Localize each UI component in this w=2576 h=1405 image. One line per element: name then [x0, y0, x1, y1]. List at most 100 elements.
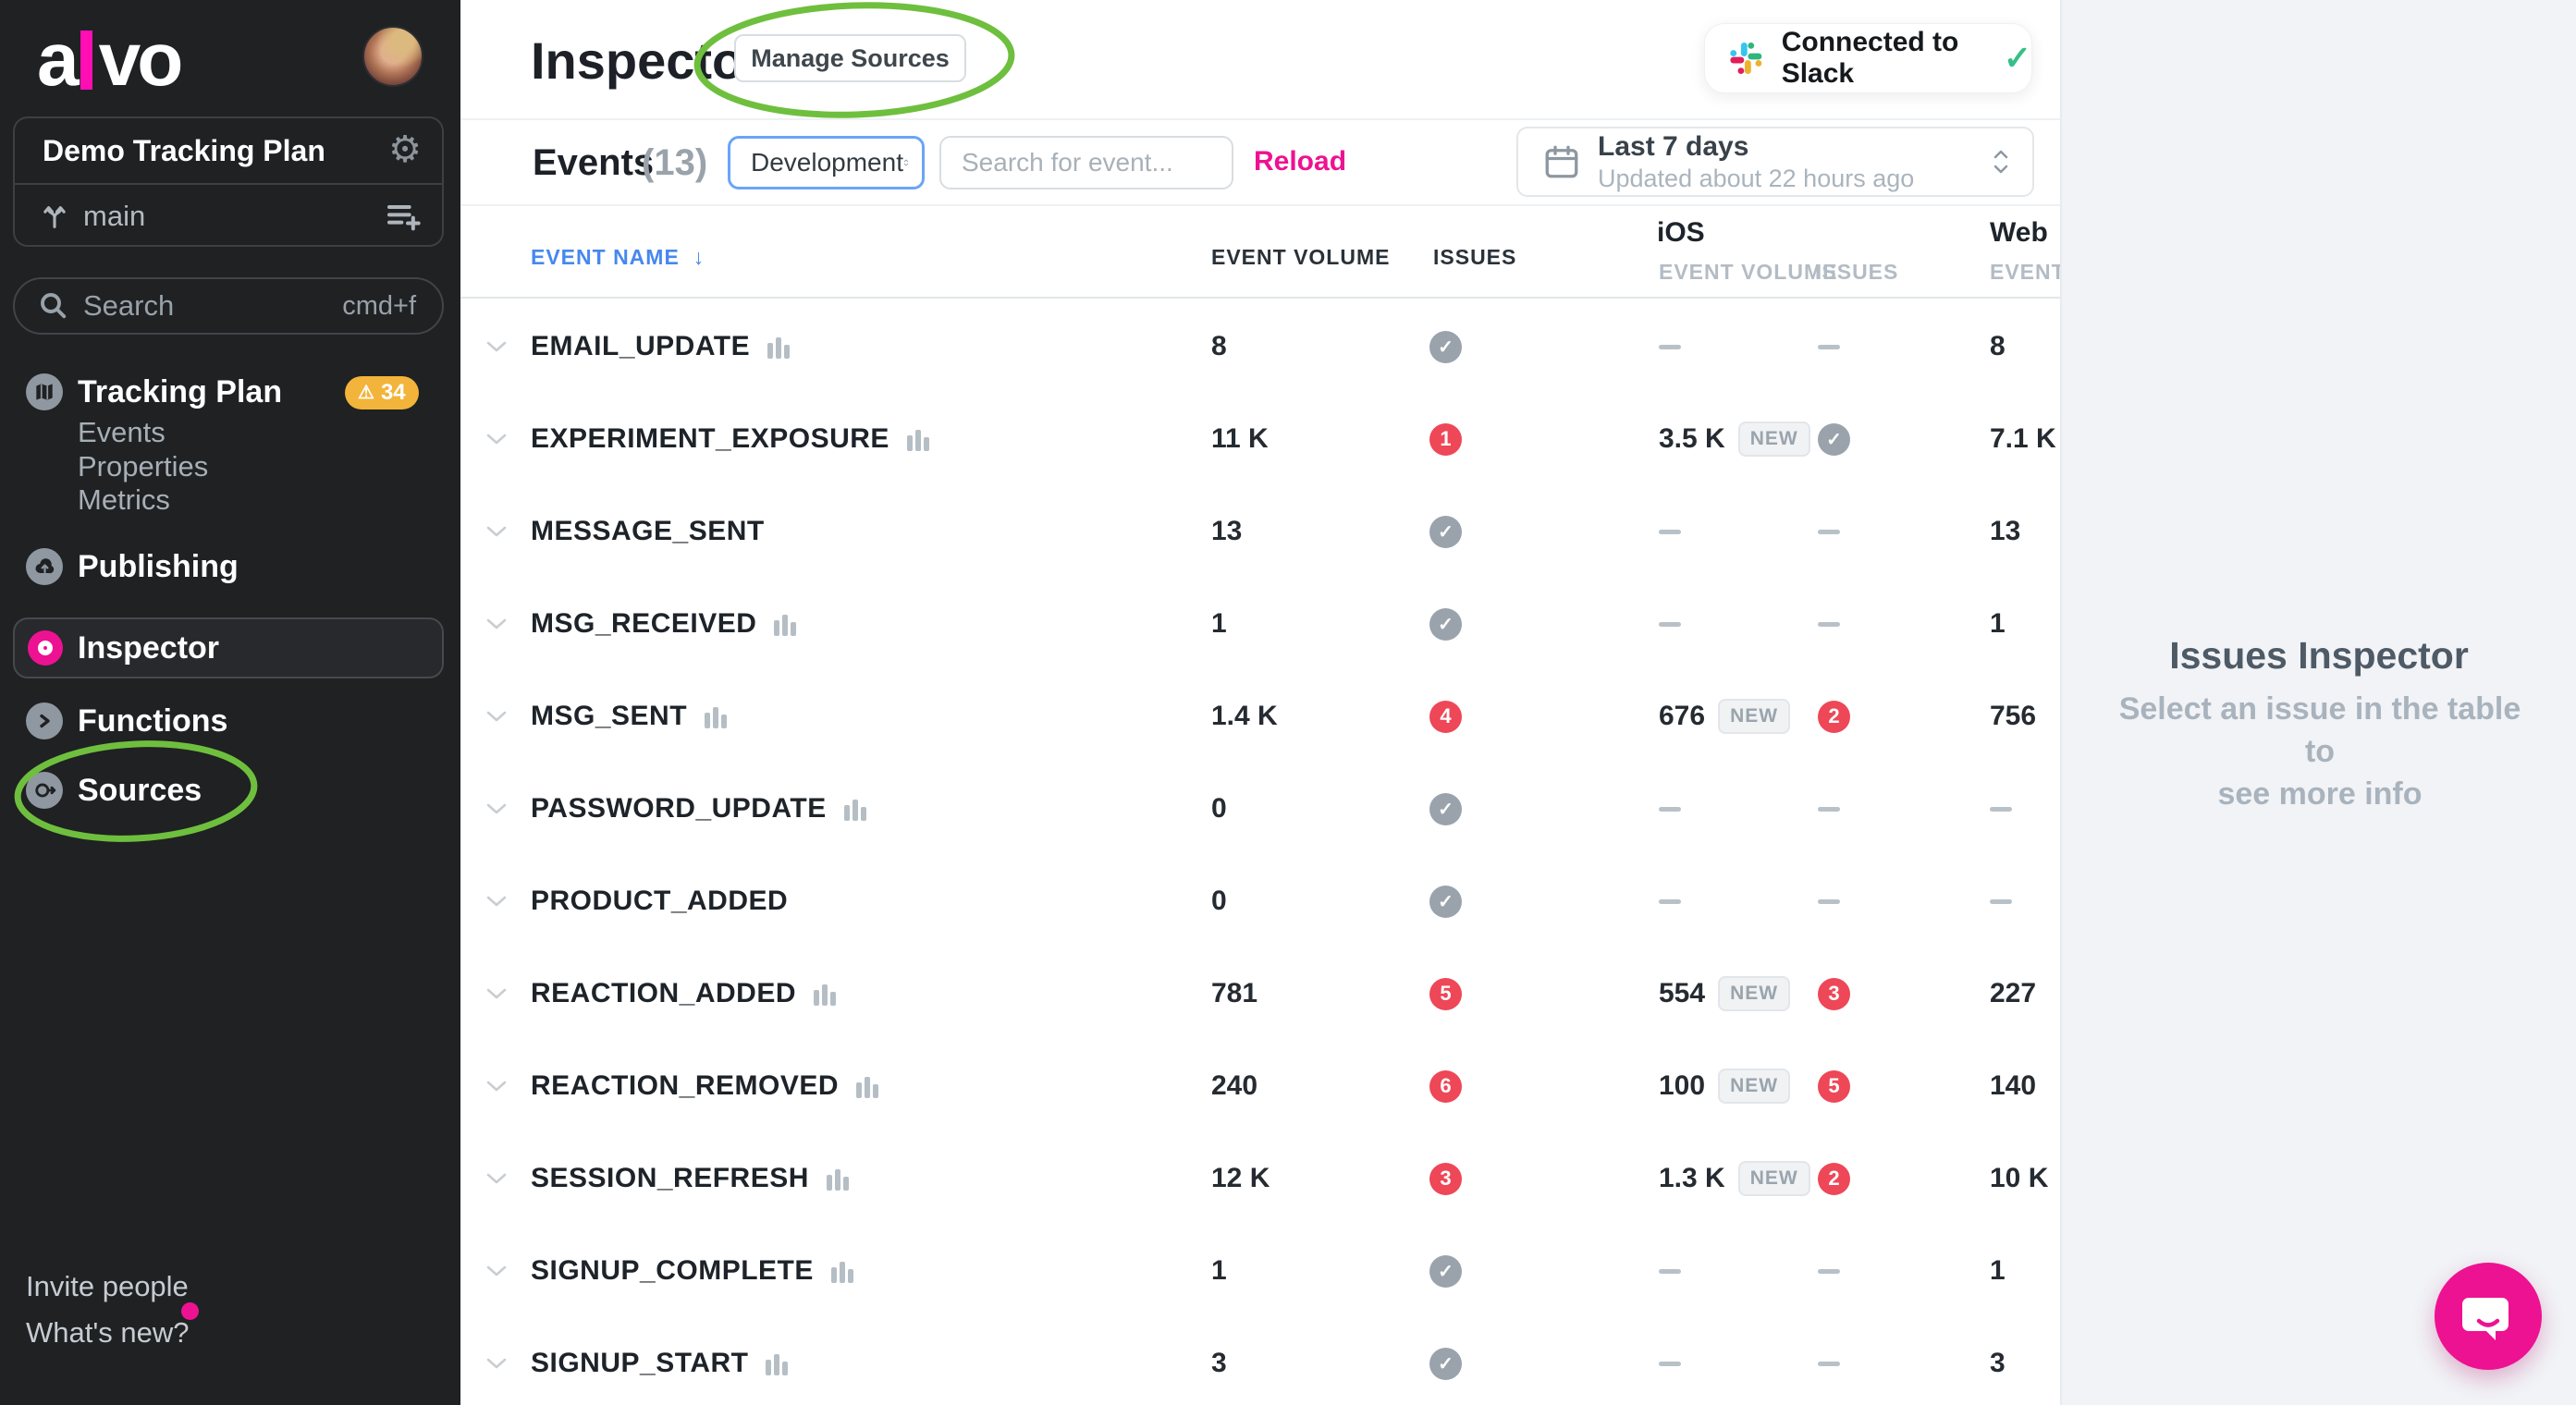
empty-dash	[1659, 530, 1681, 534]
event-name-cell[interactable]: MSG_RECEIVED	[531, 578, 798, 670]
gear-icon[interactable]: ⚙	[388, 131, 422, 168]
sources-label: Sources	[78, 773, 202, 809]
web-volume-cell: 140	[1990, 1040, 2036, 1132]
issues-cell: ✓	[1429, 485, 1462, 578]
branch-row[interactable]: main	[15, 185, 442, 247]
event-name-cell[interactable]: MESSAGE_SENT	[531, 485, 765, 578]
invite-people-link[interactable]: Invite people	[26, 1268, 189, 1305]
event-name-cell[interactable]: MSG_SENT	[531, 670, 729, 763]
sidebar-item-tracking-plan[interactable]: Tracking Plan	[26, 373, 282, 410]
workspace-row[interactable]: Demo Tracking Plan ⚙	[15, 118, 442, 183]
workspace-name: Demo Tracking Plan	[43, 134, 325, 168]
row-expand-chevron-icon[interactable]	[485, 1132, 509, 1225]
issues-count-badge[interactable]: ⚠ 34	[345, 376, 419, 409]
table-row[interactable]: PRODUCT_ADDED0✓	[460, 855, 2060, 947]
whats-new-link[interactable]: What's new?	[26, 1314, 190, 1351]
event-name-cell[interactable]: PRODUCT_ADDED	[531, 855, 788, 947]
table-row[interactable]: SIGNUP_COMPLETE1✓1	[460, 1225, 2060, 1317]
event-name-cell[interactable]: REACTION_ADDED	[531, 947, 838, 1040]
row-expand-chevron-icon[interactable]	[485, 485, 509, 578]
table-row[interactable]: EMAIL_UPDATE8✓8	[460, 300, 2060, 393]
manage-sources-button[interactable]: Manage Sources	[734, 34, 966, 82]
web-volume-cell: 227	[1990, 947, 2036, 1040]
sidebar-item-inspector[interactable]: Inspector	[13, 617, 444, 678]
table-row[interactable]: PASSWORD_UPDATE0✓	[460, 763, 2060, 855]
new-branch-icon[interactable]	[385, 198, 422, 235]
volume-value: 11 K	[1211, 423, 1269, 455]
event-volume-cell: 0	[1211, 855, 1227, 947]
event-name-cell[interactable]: EXPERIMENT_EXPOSURE	[531, 393, 931, 485]
event-volume-cell: 1.4 K	[1211, 670, 1278, 763]
reload-link[interactable]: Reload	[1254, 146, 1346, 177]
row-expand-chevron-icon[interactable]	[485, 578, 509, 670]
table-row[interactable]: REACTION_REMOVED2406100NEW5140	[460, 1040, 2060, 1132]
column-event-name[interactable]: EVENT NAME ↓	[531, 245, 705, 270]
row-expand-chevron-icon[interactable]	[485, 300, 509, 393]
table-row[interactable]: MSG_RECEIVED1✓1	[460, 578, 2060, 670]
sidebar-item-metrics[interactable]: Metrics	[78, 482, 170, 519]
row-expand-chevron-icon[interactable]	[485, 763, 509, 855]
row-expand-chevron-icon[interactable]	[485, 670, 509, 763]
event-name: EXPERIMENT_EXPOSURE	[531, 423, 889, 455]
sidebar-search[interactable]: Search cmd+f	[13, 277, 444, 335]
sidebar-item-publishing[interactable]: Publishing	[26, 548, 239, 585]
chat-widget-button[interactable]	[2435, 1263, 2542, 1370]
issue-count-badge[interactable]: 2	[1818, 1163, 1850, 1195]
row-expand-chevron-icon[interactable]	[485, 1317, 509, 1405]
table-row[interactable]: MESSAGE_SENT13✓13	[460, 485, 2060, 578]
cloud-upload-icon	[26, 548, 63, 585]
issues-cell: 4	[1429, 670, 1462, 763]
event-name-cell[interactable]: SESSION_REFRESH	[531, 1132, 851, 1225]
volume-value: 1	[1211, 608, 1227, 640]
row-expand-chevron-icon[interactable]	[485, 855, 509, 947]
issue-count-badge[interactable]: 6	[1429, 1070, 1462, 1103]
user-avatar[interactable]	[362, 26, 423, 87]
row-expand-chevron-icon[interactable]	[485, 1225, 509, 1317]
slack-connected-button[interactable]: Connected to Slack ✓	[1704, 23, 2032, 93]
table-row[interactable]: SESSION_REFRESH12 K31.3 KNEW210 K	[460, 1132, 2060, 1225]
row-expand-chevron-icon[interactable]	[485, 393, 509, 485]
table-row[interactable]: SIGNUP_START3✓3	[460, 1317, 2060, 1405]
sidebar-item-properties[interactable]: Properties	[78, 448, 208, 485]
new-badge: NEW	[1718, 1069, 1790, 1104]
issue-count-badge[interactable]: 3	[1818, 978, 1850, 1010]
event-search-input[interactable]	[939, 136, 1233, 189]
event-name-cell[interactable]: SIGNUP_COMPLETE	[531, 1225, 855, 1317]
volume-value: 1.4 K	[1211, 701, 1278, 732]
search-label: Search	[83, 289, 174, 323]
event-name-cell[interactable]: PASSWORD_UPDATE	[531, 763, 868, 855]
ios-sub-event-volume[interactable]: EVENT VOLUME	[1659, 260, 1837, 285]
issue-count-badge[interactable]: 2	[1818, 701, 1850, 733]
avo-logo-pink-bar	[80, 31, 92, 90]
event-volume-cell: 1	[1211, 578, 1227, 670]
event-name-cell[interactable]: SIGNUP_START	[531, 1317, 790, 1405]
sidebar-item-events[interactable]: Events	[78, 414, 166, 451]
row-expand-chevron-icon[interactable]	[485, 1040, 509, 1132]
row-expand-chevron-icon[interactable]	[485, 947, 509, 1040]
event-name-cell[interactable]: EMAIL_UPDATE	[531, 300, 791, 393]
ios-sub-issues[interactable]: ISSUES	[1815, 260, 1898, 285]
sidebar-item-sources[interactable]: Sources	[26, 772, 202, 809]
table-row[interactable]: REACTION_ADDED7815554NEW3227	[460, 947, 2060, 1040]
environment-select[interactable]: Development	[728, 136, 925, 189]
column-issues[interactable]: ISSUES	[1433, 245, 1516, 270]
issue-count-badge[interactable]: 4	[1429, 701, 1462, 733]
sidebar-item-functions[interactable]: Functions	[26, 702, 227, 739]
web-volume-cell: 7.1 K	[1990, 393, 2056, 485]
ios-issues-cell	[1818, 763, 1840, 855]
issue-count-badge[interactable]: 1	[1429, 423, 1462, 456]
column-event-volume[interactable]: EVENT VOLUME	[1211, 245, 1390, 270]
date-range-select[interactable]: Last 7 days Updated about 22 hours ago	[1516, 127, 2034, 197]
badge-count: 34	[381, 380, 406, 406]
event-name-cell[interactable]: REACTION_REMOVED	[531, 1040, 880, 1132]
ios-issues-cell	[1818, 855, 1840, 947]
issue-count-badge[interactable]: 5	[1429, 978, 1462, 1010]
volume-value: 13	[1211, 516, 1242, 547]
issue-count-badge[interactable]: 3	[1429, 1163, 1462, 1195]
issue-count-badge[interactable]: 5	[1818, 1070, 1850, 1103]
web-sub-event-volume[interactable]: EVENT VOLUME	[1990, 260, 2060, 285]
avo-logo[interactable]: a vo	[37, 17, 179, 104]
sidebar: a vo Demo Tracking Plan ⚙ main	[0, 0, 460, 1405]
table-row[interactable]: MSG_SENT1.4 K4676NEW2756	[460, 670, 2060, 763]
table-row[interactable]: EXPERIMENT_EXPOSURE11 K13.5 KNEW✓7.1 K	[460, 393, 2060, 485]
